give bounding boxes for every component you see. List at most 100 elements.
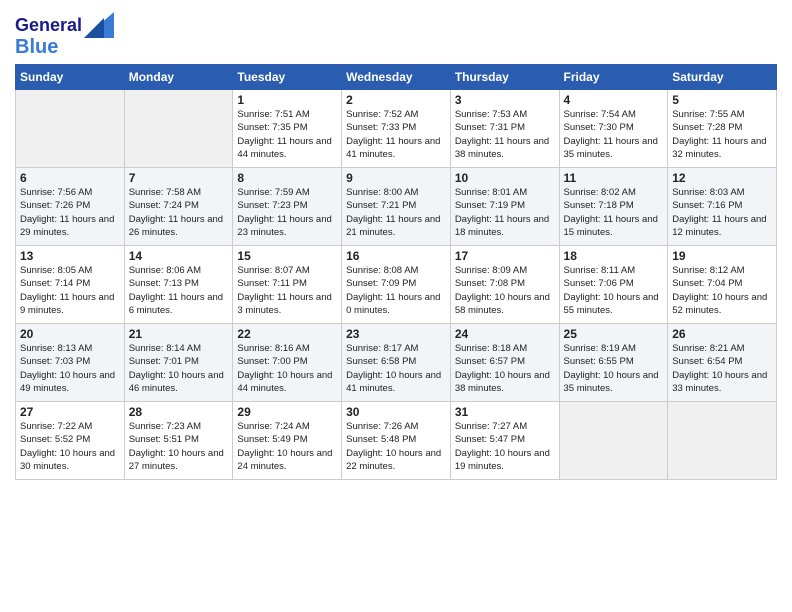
daylight-text: Daylight: 10 hours and 22 minutes. (346, 448, 441, 472)
calendar-cell: 20Sunrise: 8:13 AMSunset: 7:03 PMDayligh… (16, 324, 125, 402)
sunrise-text: Sunrise: 8:02 AM (564, 187, 636, 198)
day-info: Sunrise: 7:55 AMSunset: 7:28 PMDaylight:… (672, 108, 772, 161)
calendar-cell: 15Sunrise: 8:07 AMSunset: 7:11 PMDayligh… (233, 246, 342, 324)
calendar-cell: 13Sunrise: 8:05 AMSunset: 7:14 PMDayligh… (16, 246, 125, 324)
sunset-text: Sunset: 7:24 PM (129, 200, 199, 211)
sunset-text: Sunset: 7:28 PM (672, 122, 742, 133)
header: General Blue (15, 10, 777, 58)
calendar-table: SundayMondayTuesdayWednesdayThursdayFrid… (15, 64, 777, 480)
sunset-text: Sunset: 7:30 PM (564, 122, 634, 133)
calendar-cell: 29Sunrise: 7:24 AMSunset: 5:49 PMDayligh… (233, 402, 342, 480)
day-info: Sunrise: 8:11 AMSunset: 7:06 PMDaylight:… (564, 264, 664, 317)
day-info: Sunrise: 7:53 AMSunset: 7:31 PMDaylight:… (455, 108, 555, 161)
logo-text-blue: Blue (15, 36, 114, 58)
weekday-header-thursday: Thursday (450, 65, 559, 90)
daylight-text: Daylight: 11 hours and 29 minutes. (20, 214, 114, 238)
sunset-text: Sunset: 7:33 PM (346, 122, 416, 133)
calendar-cell (668, 402, 777, 480)
sunrise-text: Sunrise: 7:53 AM (455, 109, 527, 120)
daylight-text: Daylight: 10 hours and 27 minutes. (129, 448, 224, 472)
daylight-text: Daylight: 10 hours and 38 minutes. (455, 370, 550, 394)
daylight-text: Daylight: 10 hours and 41 minutes. (346, 370, 441, 394)
logo-text-general: General (15, 16, 82, 36)
sunrise-text: Sunrise: 7:24 AM (237, 421, 309, 432)
daylight-text: Daylight: 10 hours and 49 minutes. (20, 370, 115, 394)
day-info: Sunrise: 8:14 AMSunset: 7:01 PMDaylight:… (129, 342, 229, 395)
day-number: 8 (237, 171, 337, 185)
sunset-text: Sunset: 5:47 PM (455, 434, 525, 445)
daylight-text: Daylight: 11 hours and 6 minutes. (129, 292, 223, 316)
sunset-text: Sunset: 7:01 PM (129, 356, 199, 367)
day-info: Sunrise: 7:56 AMSunset: 7:26 PMDaylight:… (20, 186, 120, 239)
calendar-cell: 16Sunrise: 8:08 AMSunset: 7:09 PMDayligh… (342, 246, 451, 324)
day-info: Sunrise: 7:23 AM Sunset: 5:51 PM Daylight:… (129, 420, 229, 473)
calendar-cell: 8Sunrise: 7:59 AMSunset: 7:23 PMDaylight… (233, 168, 342, 246)
calendar-cell (16, 90, 125, 168)
day-number: 30 (346, 405, 446, 419)
weekday-header-monday: Monday (124, 65, 233, 90)
sunset-text: Sunset: 5:51 PM (129, 434, 199, 445)
daylight-text: Daylight: 11 hours and 18 minutes. (455, 214, 549, 238)
day-info: Sunrise: 8:16 AMSunset: 7:00 PMDaylight:… (237, 342, 337, 395)
calendar-cell: 2Sunrise: 7:52 AMSunset: 7:33 PMDaylight… (342, 90, 451, 168)
sunset-text: Sunset: 7:11 PM (237, 278, 307, 289)
day-info: Sunrise: 7:59 AMSunset: 7:23 PMDaylight:… (237, 186, 337, 239)
day-number: 13 (20, 249, 120, 263)
sunset-text: Sunset: 6:57 PM (455, 356, 525, 367)
calendar-cell: 10 Sunrise: 8:01 AM Sunset: 7:19 PM Dayligh… (450, 168, 559, 246)
day-number: 21 (129, 327, 229, 341)
calendar-cell (559, 402, 668, 480)
day-info: Sunrise: 7:54 AMSunset: 7:30 PMDaylight:… (564, 108, 664, 161)
calendar-cell: 25Sunrise: 8:19 AMSunset: 6:55 PMDayligh… (559, 324, 668, 402)
calendar-cell: 12Sunrise: 8:03 AMSunset: 7:16 PMDayligh… (668, 168, 777, 246)
sunrise-text: Sunrise: 7:27 AM (455, 421, 527, 432)
daylight-text: Daylight: 11 hours and 38 minutes. (455, 136, 549, 160)
calendar-cell: 30Sunrise: 7:26 AMSunset: 5:48 PMDayligh… (342, 402, 451, 480)
day-number: 17 (455, 249, 555, 263)
calendar-week-4: 20Sunrise: 8:13 AMSunset: 7:03 PMDayligh… (16, 324, 777, 402)
sunrise-text: Sunrise: 7:59 AM (237, 187, 309, 198)
day-info: Sunrise: 8:05 AMSunset: 7:14 PMDaylight:… (20, 264, 120, 317)
sunrise-text: Sunrise: 7:26 AM (346, 421, 418, 432)
logo-icon (84, 12, 114, 38)
sunset-text: Sunset: 7:14 PM (20, 278, 90, 289)
sunrise-text: Sunrise: 8:01 AM (455, 187, 527, 198)
sunset-text: Sunset: 7:19 PM (455, 200, 525, 211)
day-number: 27 (20, 405, 120, 419)
sunrise-text: Sunrise: 7:23 AM (129, 421, 201, 432)
sunrise-text: Sunrise: 8:07 AM (237, 265, 309, 276)
sunrise-text: Sunrise: 8:09 AM (455, 265, 527, 276)
daylight-text: Daylight: 10 hours and 52 minutes. (672, 292, 767, 316)
daylight-text: Daylight: 11 hours and 44 minutes. (237, 136, 331, 160)
day-number: 22 (237, 327, 337, 341)
day-info: Sunrise: 8:18 AMSunset: 6:57 PMDaylight:… (455, 342, 555, 395)
sunrise-text: Sunrise: 8:00 AM (346, 187, 418, 198)
sunset-text: Sunset: 7:03 PM (20, 356, 90, 367)
day-number: 25 (564, 327, 664, 341)
daylight-text: Daylight: 11 hours and 9 minutes. (20, 292, 114, 316)
main-container: General Blue SundayMondayTuesdayWednesda… (0, 0, 792, 612)
sunrise-text: Sunrise: 8:06 AM (129, 265, 201, 276)
sunset-text: Sunset: 5:52 PM (20, 434, 90, 445)
sunset-text: Sunset: 6:55 PM (564, 356, 634, 367)
sunset-text: Sunset: 7:35 PM (237, 122, 307, 133)
day-info: Sunrise: 7:51 AMSunset: 7:35 PMDaylight:… (237, 108, 337, 161)
calendar-cell: 4Sunrise: 7:54 AMSunset: 7:30 PMDaylight… (559, 90, 668, 168)
day-number: 2 (346, 93, 446, 107)
day-info: Sunrise: 7:26 AMSunset: 5:48 PMDaylight:… (346, 420, 446, 473)
daylight-text: Daylight: 10 hours and 46 minutes. (129, 370, 224, 394)
day-info: Sunrise: 8:09 AMSunset: 7:08 PMDaylight:… (455, 264, 555, 317)
day-info: Sunrise: 8:17 AMSunset: 6:58 PMDaylight:… (346, 342, 446, 395)
calendar-cell: 24Sunrise: 8:18 AMSunset: 6:57 PMDayligh… (450, 324, 559, 402)
day-number: 15 (237, 249, 337, 263)
day-info: Sunrise: 7:52 AMSunset: 7:33 PMDaylight:… (346, 108, 446, 161)
sunset-text: Sunset: 7:18 PM (564, 200, 634, 211)
day-number: 14 (129, 249, 229, 263)
daylight-text: Daylight: 10 hours and 55 minutes. (564, 292, 659, 316)
day-number: 9 (346, 171, 446, 185)
weekday-header-sunday: Sunday (16, 65, 125, 90)
daylight-text: Daylight: 10 hours and 44 minutes. (237, 370, 332, 394)
sunset-text: Sunset: 7:13 PM (129, 278, 199, 289)
day-info: Sunrise: 8:12 AMSunset: 7:04 PMDaylight:… (672, 264, 772, 317)
day-number: 10 (455, 171, 555, 185)
